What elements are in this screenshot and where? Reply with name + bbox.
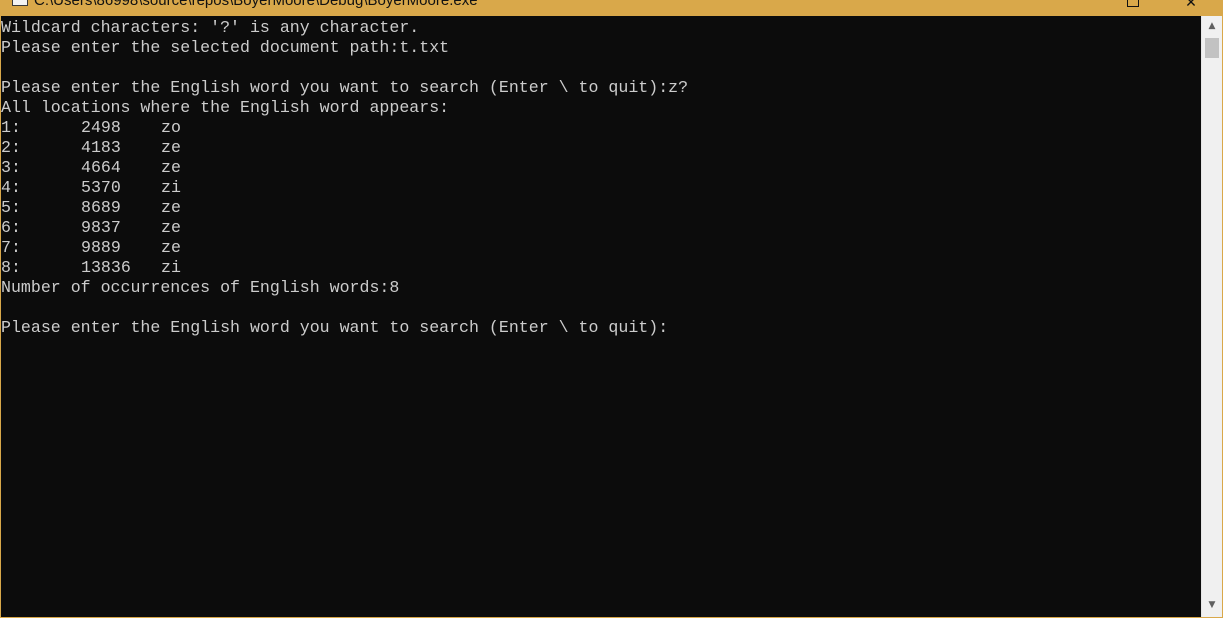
search-prompt-input-line[interactable]: Please enter the English word you want t… xyxy=(1,318,677,338)
result-row: 4: 5370 zi xyxy=(1,178,181,198)
result-index: 4: xyxy=(1,178,21,197)
result-index: 1: xyxy=(1,118,21,137)
result-word: ze xyxy=(161,218,181,237)
vertical-scrollbar[interactable]: ▲ ▼ xyxy=(1201,16,1222,617)
close-button[interactable]: ✕ xyxy=(1168,0,1214,16)
occurrence-count-line: Number of occurrences of English words:8 xyxy=(1,278,400,297)
scrollbar-thumb[interactable] xyxy=(1205,38,1219,58)
scroll-down-arrow-icon[interactable]: ▼ xyxy=(1202,597,1222,614)
scroll-up-arrow-icon[interactable]: ▲ xyxy=(1202,18,1222,35)
result-position: 2498 xyxy=(81,118,121,137)
result-row: 5: 8689 ze xyxy=(1,198,181,218)
maximize-button[interactable] xyxy=(1110,0,1156,16)
result-index: 6: xyxy=(1,218,21,237)
result-position: 13836 xyxy=(81,258,131,277)
close-icon: ✕ xyxy=(1185,0,1197,11)
result-index: 3: xyxy=(1,158,21,177)
console-output[interactable]: Wildcard characters: '?' is any characte… xyxy=(1,16,1201,617)
wildcard-info-line: Wildcard characters: '?' is any characte… xyxy=(1,18,420,37)
result-word: ze xyxy=(161,198,181,217)
result-word: zi xyxy=(161,178,181,197)
result-index: 2: xyxy=(1,138,21,157)
search-prompt-line: Please enter the English word you want t… xyxy=(1,78,689,97)
result-position: 9889 xyxy=(81,238,121,257)
result-index: 7: xyxy=(1,238,21,257)
result-position: 8689 xyxy=(81,198,121,217)
title-bar[interactable]: C:\Users\86998\source\repos\BoyerMoore\D… xyxy=(0,0,1223,16)
result-position: 4183 xyxy=(81,138,121,157)
result-index: 8: xyxy=(1,258,21,277)
console-window-icon xyxy=(12,0,28,6)
result-word: zi xyxy=(161,258,181,277)
result-position: 4664 xyxy=(81,158,121,177)
result-position: 9837 xyxy=(81,218,121,237)
result-row: 3: 4664 ze xyxy=(1,158,181,178)
result-row: 2: 4183 ze xyxy=(1,138,181,158)
result-row: 8: 13836 zi xyxy=(1,258,181,278)
result-row: 1: 2498 zo xyxy=(1,118,181,138)
result-index: 5: xyxy=(1,198,21,217)
result-word: ze xyxy=(161,138,181,157)
search-prompt-text: Please enter the English word you want t… xyxy=(1,318,669,337)
result-word: ze xyxy=(161,238,181,257)
result-word: zo xyxy=(161,118,181,137)
maximize-icon xyxy=(1127,0,1139,7)
result-position: 5370 xyxy=(81,178,121,197)
locations-header-line: All locations where the English word app… xyxy=(1,98,450,117)
result-row: 6: 9837 ze xyxy=(1,218,181,238)
result-word: ze xyxy=(161,158,181,177)
window-title: C:\Users\86998\source\repos\BoyerMoore\D… xyxy=(34,0,478,9)
path-prompt-line: Please enter the selected document path:… xyxy=(1,38,450,57)
result-row: 7: 9889 ze xyxy=(1,238,181,258)
